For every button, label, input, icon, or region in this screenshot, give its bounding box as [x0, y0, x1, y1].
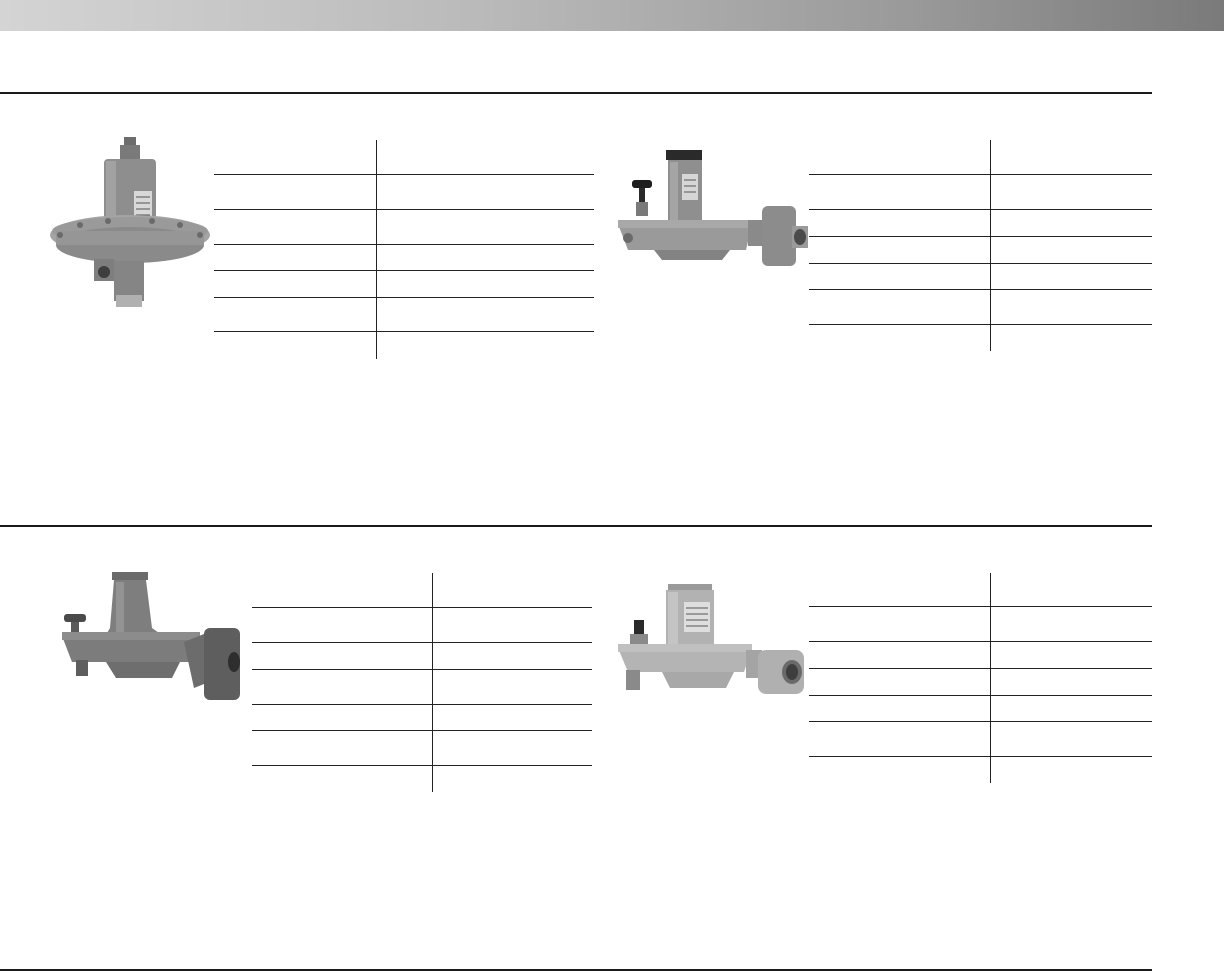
row-divider: [214, 297, 594, 298]
row-divider: [809, 668, 1152, 669]
row-divider: [809, 236, 1152, 237]
column-divider: [990, 140, 991, 351]
row-divider: [809, 174, 1152, 175]
row-divider: [809, 209, 1152, 210]
row-divider: [252, 730, 592, 731]
column-divider: [432, 573, 433, 792]
spec-table: [214, 140, 594, 360]
row-divider: [809, 289, 1152, 290]
row-divider: [214, 270, 594, 271]
header-band: [0, 0, 1224, 31]
section-divider: [0, 92, 1152, 94]
row-divider: [809, 641, 1152, 642]
row-divider: [809, 263, 1152, 264]
row-divider: [252, 642, 592, 643]
row-divider: [809, 606, 1152, 607]
row-divider: [809, 324, 1152, 325]
row-divider: [809, 721, 1152, 722]
spec-table: [809, 140, 1152, 352]
row-divider: [214, 209, 594, 210]
regulator-image-1: [50, 137, 210, 307]
row-divider: [214, 244, 594, 245]
row-divider: [252, 607, 592, 608]
row-divider: [252, 765, 592, 766]
section-divider: [0, 969, 1152, 971]
row-divider: [809, 756, 1152, 757]
row-divider: [252, 669, 592, 670]
column-divider: [376, 140, 377, 359]
section-divider: [0, 525, 1152, 527]
regulator-image-2: [618, 150, 808, 266]
row-divider: [809, 695, 1152, 696]
regulator-image-3: [62, 572, 240, 700]
row-divider: [214, 174, 594, 175]
row-divider: [252, 704, 592, 705]
spec-table: [252, 573, 592, 793]
spec-table: [809, 573, 1152, 785]
regulator-image-4: [618, 584, 804, 694]
column-divider: [990, 573, 991, 783]
row-divider: [214, 331, 594, 332]
